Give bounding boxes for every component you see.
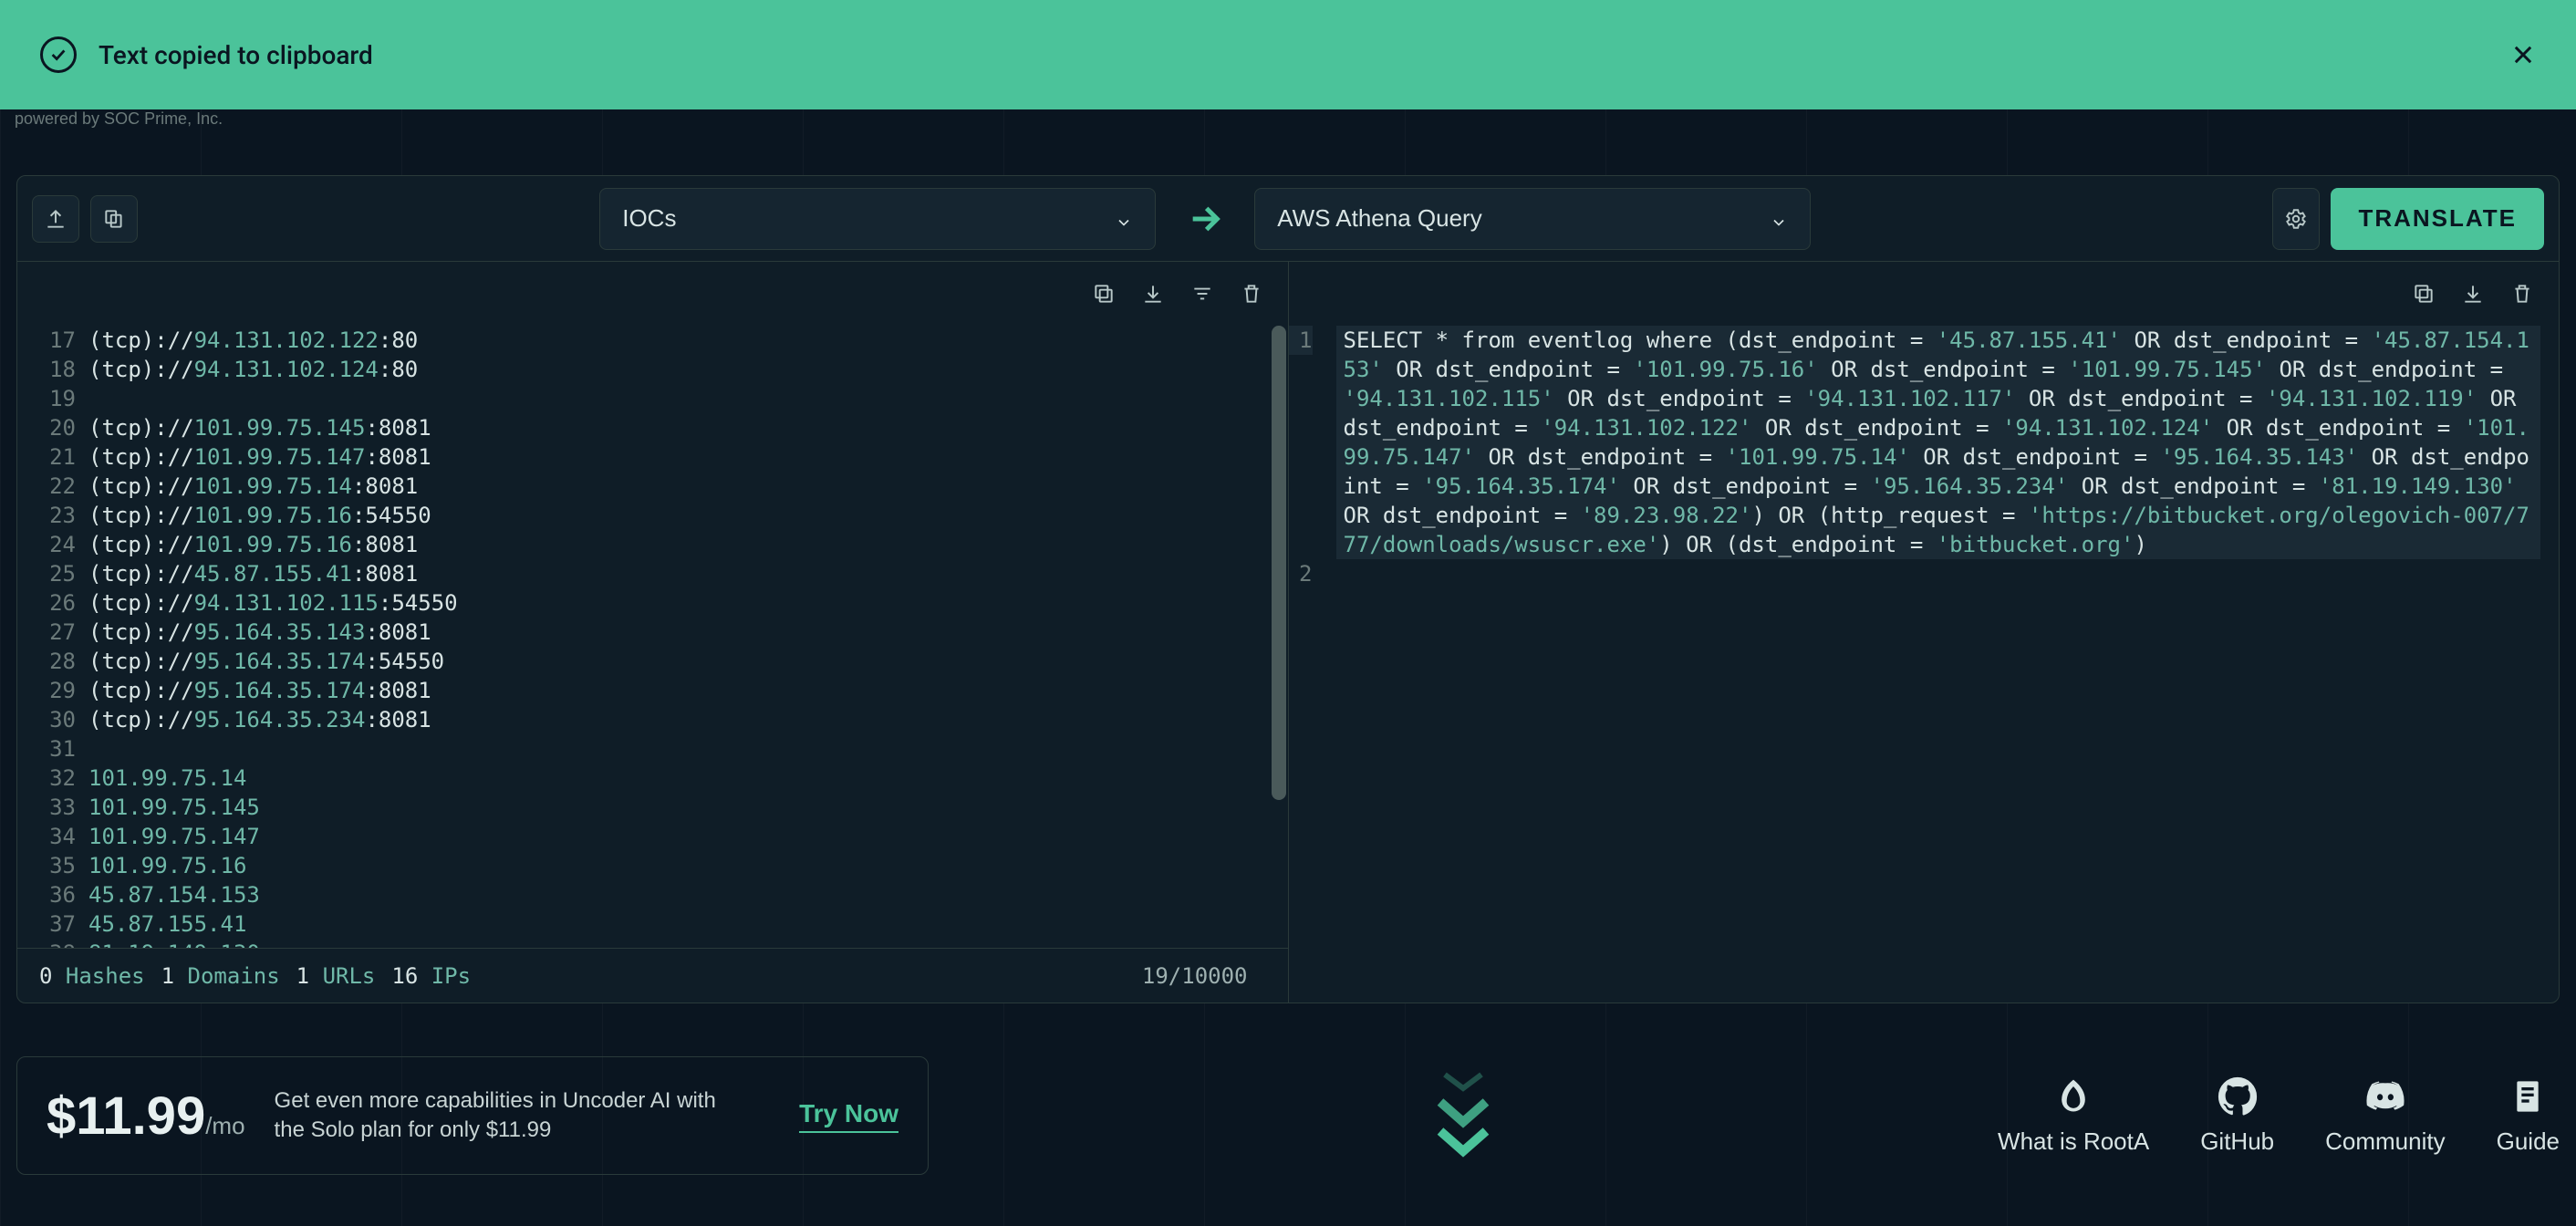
toast-close-button[interactable]	[2510, 42, 2536, 68]
delete-button[interactable]	[1230, 272, 1273, 316]
char-counter: 19/10000	[1142, 963, 1266, 989]
top-toolbar: IOCs AWS Athena Query TRANSLATE	[17, 176, 2559, 262]
price: $11.99/mo	[47, 1086, 245, 1147]
output-format-select[interactable]: AWS Athena Query	[1254, 188, 1811, 250]
copy-button[interactable]	[2402, 272, 2446, 316]
copy-button[interactable]	[1082, 272, 1126, 316]
settings-button[interactable]	[2272, 188, 2320, 250]
output-format-value: AWS Athena Query	[1277, 204, 1481, 233]
code-area[interactable]: SELECT * from eventlog where (dst_endpoi…	[1325, 326, 2560, 559]
github-link[interactable]: GitHub	[2200, 1076, 2274, 1156]
toast-banner: Text copied to clipboard	[0, 0, 2576, 109]
line-gutter: 1718192021222324252627282930313233343536…	[17, 326, 88, 948]
upload-button[interactable]	[32, 195, 79, 243]
delete-button[interactable]	[2500, 272, 2544, 316]
download-button[interactable]	[2451, 272, 2495, 316]
translate-button[interactable]: TRANSLATE	[2331, 188, 2544, 250]
input-status-bar: 0 Hashes 1 Domains 1 URLs 16 IPs 19/1000…	[17, 948, 1288, 1003]
templates-button[interactable]	[90, 195, 138, 243]
chevron-down-icon	[1115, 210, 1133, 228]
translator-panel: IOCs AWS Athena Query TRANSLATE	[16, 175, 2560, 1003]
arrow-right-icon	[1183, 197, 1227, 241]
scrollbar[interactable]	[1272, 326, 1286, 800]
discord-icon	[2365, 1076, 2405, 1117]
powered-by-text: powered by SOC Prime, Inc.	[15, 109, 223, 129]
roota-icon	[2053, 1076, 2093, 1117]
footer-row: $11.99/mo Get even more capabilities in …	[16, 1056, 2560, 1175]
filter-button[interactable]	[1180, 272, 1224, 316]
input-format-select[interactable]: IOCs	[599, 188, 1156, 250]
guide-icon	[2508, 1076, 2548, 1117]
success-check-icon	[40, 36, 77, 73]
community-link[interactable]: Community	[2325, 1076, 2445, 1156]
chevron-down-icon	[1770, 210, 1788, 228]
try-now-link[interactable]: Try Now	[799, 1099, 898, 1133]
github-icon	[2218, 1076, 2258, 1117]
download-button[interactable]	[1131, 272, 1175, 316]
line-gutter: 1 2	[1289, 326, 1325, 588]
input-editor[interactable]: 1718192021222324252627282930313233343536…	[17, 326, 1288, 948]
input-pane: 1718192021222324252627282930313233343536…	[17, 262, 1289, 1003]
toast-message: Text copied to clipboard	[99, 40, 373, 70]
guide-link[interactable]: Guide	[2497, 1076, 2560, 1156]
promo-text: Get even more capabilities in Uncoder AI…	[275, 1086, 731, 1146]
sql-output: SELECT * from eventlog where (dst_endpoi…	[1336, 326, 2541, 559]
promo-card: $11.99/mo Get even more capabilities in …	[16, 1056, 929, 1175]
scroll-down-icon[interactable]	[929, 1065, 1998, 1166]
footer-links: What is RootA GitHub Community Guide	[1998, 1076, 2560, 1156]
roota-link[interactable]: What is RootA	[1998, 1076, 2149, 1156]
output-pane: 1 2 SELECT * from eventlog where (dst_en…	[1289, 262, 2560, 1003]
input-format-value: IOCs	[622, 204, 676, 233]
output-editor[interactable]: 1 2 SELECT * from eventlog where (dst_en…	[1289, 326, 2560, 664]
code-area[interactable]: (tcp)://94.131.102.122:80(tcp)://94.131.…	[88, 326, 1288, 948]
